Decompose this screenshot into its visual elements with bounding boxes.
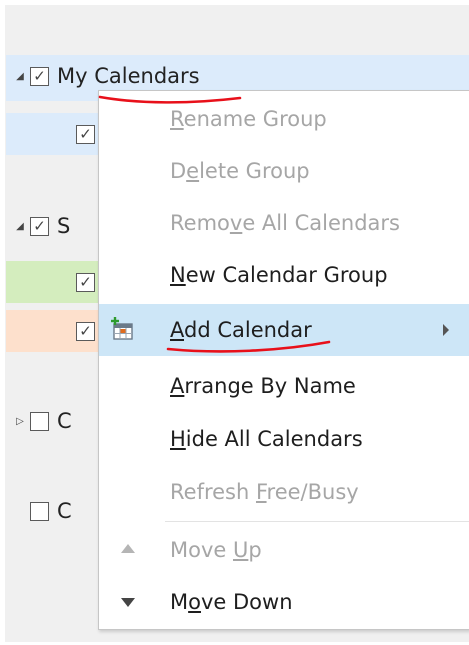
mnemonic-letter: A [170,374,185,398]
menu-item-move-down[interactable]: Move Down [99,576,469,628]
context-menu: Rename Group Delete Group Remove All Cal… [98,90,469,630]
menu-item-label: Remove All Calendars [170,211,400,235]
tree-group-label: C [57,499,72,523]
menu-separator [165,521,469,522]
menu-item-label: Hide All Calendars [170,427,363,451]
tree-group-label: My Calendars [57,64,200,88]
mnemonic-letter: v [229,211,243,235]
tree-group-c2[interactable]: C [26,492,72,530]
menu-item-refresh-free-busy[interactable]: Refresh Free/Busy [99,466,469,518]
mnemonic-letter: A [170,318,184,342]
submenu-arrow-icon [443,324,449,336]
menu-item-add-calendar[interactable]: Add Calendar [99,304,469,356]
menu-item-remove-all-calendars[interactable]: Remove All Calendars [99,197,469,249]
add-calendar-icon [111,317,133,340]
group-checkbox[interactable] [30,411,49,431]
move-down-icon [121,598,135,607]
group-checkbox[interactable]: ✓ [30,66,49,86]
expand-arrow-icon[interactable]: ◢ [14,221,26,232]
menu-item-hide-all-calendars[interactable]: Hide All Calendars [99,413,469,465]
mnemonic-letter: e [186,159,200,183]
mnemonic-letter: H [170,427,186,451]
menu-item-label: Move Down [170,590,293,614]
tree-group-label: C [57,409,72,433]
group-checkbox[interactable] [30,501,49,521]
mnemonic-letter: F [255,480,267,504]
mnemonic-letter: R [170,107,184,131]
tree-group-s[interactable]: ◢ ✓ S [0,207,70,245]
calendar-checkbox[interactable]: ✓ [76,321,95,341]
menu-item-label: Arrange By Name [170,374,356,398]
menu-item-new-calendar-group[interactable]: New Calendar Group [99,249,469,301]
calendar-checkbox[interactable]: ✓ [76,124,95,144]
menu-item-rename-group[interactable]: Rename Group [99,93,469,145]
calendar-checkbox[interactable]: ✓ [76,272,95,292]
tree-child-2[interactable]: ✓ [76,263,95,301]
mnemonic-letter: N [170,263,186,287]
menu-item-label: Add Calendar [170,318,312,342]
menu-item-label: Rename Group [170,107,327,131]
menu-item-label: Refresh Free/Busy [170,480,359,504]
group-checkbox[interactable]: ✓ [30,216,49,236]
tree-child-1[interactable]: ✓ [76,115,95,153]
collapse-arrow-icon[interactable]: ▷ [14,416,26,427]
menu-item-move-up[interactable]: Move Up [99,524,469,576]
tree-group-label: S [57,214,71,238]
mnemonic-letter: o [188,590,201,614]
menu-item-delete-group[interactable]: Delete Group [99,145,469,197]
tree-group-c1[interactable]: ▷ C [0,402,72,440]
tree-child-3[interactable]: ✓ [76,312,95,350]
menu-item-arrange-by-name[interactable]: Arrange By Name [99,360,469,412]
mnemonic-letter: U [233,538,249,562]
expand-arrow-icon[interactable]: ◢ [14,71,26,82]
menu-item-label: Move Up [170,538,262,562]
move-up-icon [121,544,135,553]
menu-item-label: New Calendar Group [170,263,388,287]
menu-item-label: Delete Group [170,159,310,183]
